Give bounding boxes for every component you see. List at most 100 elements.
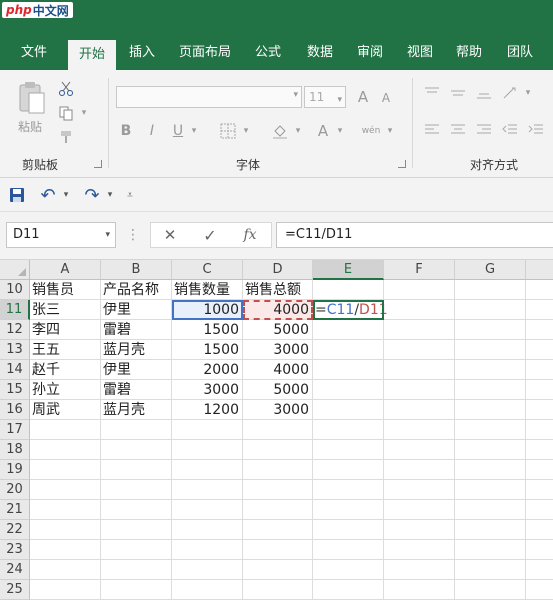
empty-cell[interactable] xyxy=(313,320,384,340)
empty-cell[interactable] xyxy=(243,540,313,560)
table-cell-total[interactable]: 3000 xyxy=(243,340,313,360)
empty-cell[interactable] xyxy=(101,500,172,520)
table-cell-quantity[interactable]: 3000 xyxy=(172,380,243,400)
empty-cell[interactable] xyxy=(243,560,313,580)
borders-icon[interactable] xyxy=(218,120,238,142)
enter-formula-icon[interactable]: ✓ xyxy=(199,225,221,245)
insert-function-icon[interactable]: fx xyxy=(239,225,261,245)
row-header-18[interactable]: 18 xyxy=(0,440,30,460)
table-cell-product[interactable]: 雷碧 xyxy=(101,380,172,400)
underline-chevron-icon[interactable]: ▾ xyxy=(188,120,200,142)
redo-chevron-icon[interactable]: ▾ xyxy=(104,186,116,204)
empty-cell[interactable] xyxy=(30,580,101,600)
empty-cell[interactable] xyxy=(384,460,455,480)
fill-color-chevron-icon[interactable]: ▾ xyxy=(292,120,304,142)
row-header-25[interactable]: 25 xyxy=(0,580,30,600)
empty-cell[interactable] xyxy=(455,280,526,300)
row-header-17[interactable]: 17 xyxy=(0,420,30,440)
referenced-cell-c11[interactable]: 1000 xyxy=(172,300,243,320)
empty-cell[interactable] xyxy=(172,560,243,580)
empty-cell[interactable] xyxy=(313,340,384,360)
font-launcher-icon[interactable] xyxy=(398,160,406,168)
empty-cell[interactable] xyxy=(455,520,526,540)
table-cell-total[interactable]: 4000 xyxy=(243,360,313,380)
row-header-21[interactable]: 21 xyxy=(0,500,30,520)
table-cell-salesperson[interactable]: 张三 xyxy=(30,300,101,320)
empty-cell[interactable] xyxy=(455,500,526,520)
table-cell-salesperson[interactable]: 孙立 xyxy=(30,380,101,400)
tab-view[interactable]: 视图 xyxy=(398,36,442,70)
empty-cell[interactable] xyxy=(172,540,243,560)
table-cell-product[interactable]: 蓝月壳 xyxy=(101,400,172,420)
align-bottom-icon[interactable] xyxy=(474,84,494,102)
align-top-icon[interactable] xyxy=(422,84,442,102)
column-header-e[interactable]: E xyxy=(313,260,384,280)
empty-cell[interactable] xyxy=(30,520,101,540)
table-cell-total[interactable]: 5000 xyxy=(243,380,313,400)
empty-cell[interactable] xyxy=(101,520,172,540)
empty-cell[interactable] xyxy=(455,440,526,460)
underline-button[interactable]: U xyxy=(170,120,186,142)
empty-cell[interactable] xyxy=(526,500,553,520)
empty-cell[interactable] xyxy=(30,420,101,440)
save-icon[interactable] xyxy=(8,186,26,204)
empty-cell[interactable] xyxy=(455,580,526,600)
empty-cell[interactable] xyxy=(384,480,455,500)
empty-cell[interactable] xyxy=(455,560,526,580)
empty-cell[interactable] xyxy=(455,320,526,340)
empty-cell[interactable] xyxy=(384,360,455,380)
tab-help[interactable]: 帮助 xyxy=(447,36,491,70)
empty-cell[interactable] xyxy=(101,560,172,580)
empty-cell[interactable] xyxy=(243,480,313,500)
tab-formulas[interactable]: 公式 xyxy=(246,36,290,70)
empty-cell[interactable] xyxy=(526,320,553,340)
empty-cell[interactable] xyxy=(526,560,553,580)
empty-cell[interactable] xyxy=(384,440,455,460)
empty-cell[interactable] xyxy=(313,280,384,300)
empty-cell[interactable] xyxy=(172,500,243,520)
empty-cell[interactable] xyxy=(30,560,101,580)
column-header-f[interactable]: F xyxy=(384,260,455,280)
empty-cell[interactable] xyxy=(101,460,172,480)
header-cell-quantity[interactable]: 销售数量 xyxy=(172,280,243,300)
borders-chevron-icon[interactable]: ▾ xyxy=(240,120,252,142)
empty-cell[interactable] xyxy=(526,400,553,420)
decrease-indent-icon[interactable] xyxy=(500,120,520,140)
row-header-24[interactable]: 24 xyxy=(0,560,30,580)
header-cell-total[interactable]: 销售总额 xyxy=(243,280,313,300)
table-cell-quantity[interactable]: 1500 xyxy=(172,340,243,360)
active-cell-e11[interactable]: =C11/D11 xyxy=(313,300,388,320)
empty-cell[interactable] xyxy=(243,440,313,460)
empty-cell[interactable] xyxy=(384,420,455,440)
column-header-g[interactable]: G xyxy=(455,260,526,280)
row-header-13[interactable]: 13 xyxy=(0,340,30,360)
row-header-11[interactable]: 11 xyxy=(0,300,30,320)
select-all-corner[interactable] xyxy=(0,260,30,280)
empty-cell[interactable] xyxy=(243,520,313,540)
empty-cell[interactable] xyxy=(172,480,243,500)
paste-icon[interactable] xyxy=(14,80,50,118)
row-header-12[interactable]: 12 xyxy=(0,320,30,340)
empty-cell[interactable] xyxy=(384,300,455,320)
table-cell-quantity[interactable]: 1500 xyxy=(172,320,243,340)
row-header-15[interactable]: 15 xyxy=(0,380,30,400)
redo-icon[interactable]: ↷ xyxy=(82,185,102,206)
tab-review[interactable]: 审阅 xyxy=(348,36,392,70)
empty-cell[interactable] xyxy=(455,540,526,560)
table-cell-salesperson[interactable]: 赵千 xyxy=(30,360,101,380)
tab-file[interactable]: 文件 xyxy=(10,36,58,70)
table-cell-salesperson[interactable]: 李四 xyxy=(30,320,101,340)
empty-cell[interactable] xyxy=(101,480,172,500)
font-color-icon[interactable]: A xyxy=(314,120,332,142)
header-cell-salesperson[interactable]: 销售员 xyxy=(30,280,101,300)
align-center-icon[interactable] xyxy=(448,120,468,140)
table-cell-quantity[interactable]: 2000 xyxy=(172,360,243,380)
paste-button-label[interactable]: 粘贴 xyxy=(18,118,42,135)
empty-cell[interactable] xyxy=(313,380,384,400)
undo-chevron-icon[interactable]: ▾ xyxy=(60,186,72,204)
cancel-formula-icon[interactable]: ✕ xyxy=(159,225,181,245)
row-header-19[interactable]: 19 xyxy=(0,460,30,480)
empty-cell[interactable] xyxy=(384,520,455,540)
empty-cell[interactable] xyxy=(384,320,455,340)
empty-cell[interactable] xyxy=(313,540,384,560)
